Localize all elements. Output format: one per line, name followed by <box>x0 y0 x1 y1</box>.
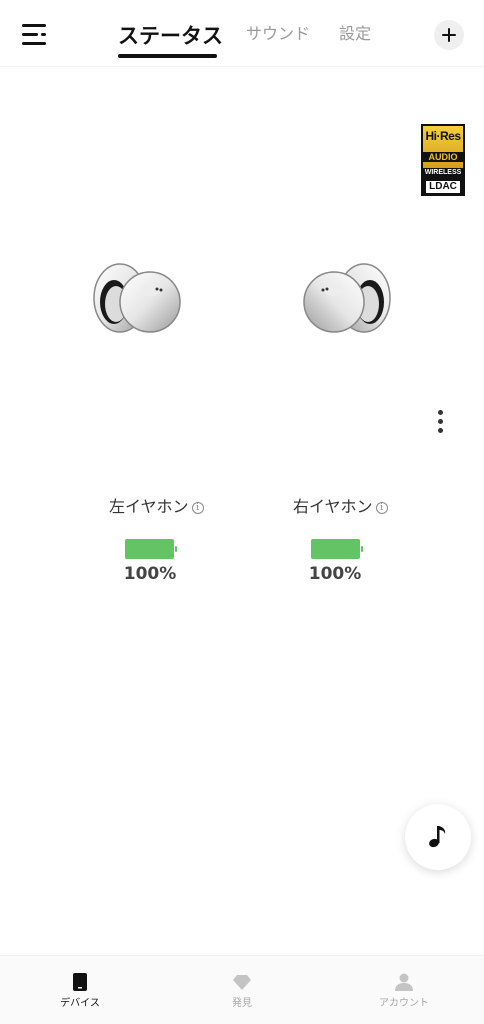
right-earbud-name: 右イヤホン <box>293 497 373 516</box>
device-icon <box>73 973 87 991</box>
active-tab-indicator <box>118 54 217 58</box>
tab-status[interactable]: ステータス <box>118 20 223 50</box>
hires-ldac-badge: Hi·Res AUDIO WIRELESS LDAC <box>421 124 465 196</box>
right-earbud-label: 右イヤホン i <box>293 493 388 517</box>
left-info-icon[interactable]: i <box>191 502 204 514</box>
left-earbud-name: 左イヤホン <box>109 497 189 516</box>
header-divider <box>0 66 484 67</box>
music-note-icon <box>429 826 446 848</box>
left-battery-fill <box>125 539 174 559</box>
right-battery-indicator <box>311 539 363 559</box>
more-vertical-icon[interactable] <box>436 409 446 435</box>
add-device-button[interactable] <box>434 20 464 50</box>
nav-discover-label: 発見 <box>232 998 252 1009</box>
right-info-icon[interactable]: i <box>375 502 388 514</box>
nav-devices[interactable]: デバイス <box>25 956 135 1024</box>
hires-wireless-label: WIRELESS <box>424 169 462 176</box>
right-battery-fill <box>311 539 360 559</box>
status-screen: ステータス サウンド 設定 Hi·Res AUDIO WIRELESS LDAC <box>0 0 484 1024</box>
nav-account[interactable]: アカウント <box>349 956 459 1024</box>
bottom-navigation: デバイス 発見 アカウント <box>0 955 484 1024</box>
tab-sound[interactable]: サウンド <box>246 20 310 44</box>
hires-audio-label: AUDIO <box>423 152 463 162</box>
hires-label: Hi·Res <box>425 129 461 143</box>
person-icon <box>395 973 413 991</box>
nav-account-label: アカウント <box>379 998 429 1009</box>
diamond-icon <box>233 975 251 990</box>
nav-devices-label: デバイス <box>60 998 100 1009</box>
left-earbud-label: 左イヤホン i <box>109 493 204 517</box>
left-battery-percent: 100% <box>123 564 177 584</box>
right-battery-percent: 100% <box>308 564 362 584</box>
music-player-button[interactable] <box>405 804 471 870</box>
left-earbud-image <box>93 263 181 333</box>
nav-discover[interactable]: 発見 <box>187 956 297 1024</box>
left-battery-indicator <box>125 539 177 559</box>
menu-icon[interactable] <box>22 24 48 46</box>
tab-settings[interactable]: 設定 <box>339 20 371 44</box>
ldac-label: LDAC <box>425 180 461 194</box>
top-bar: ステータス サウンド 設定 <box>0 0 484 66</box>
right-earbud-image <box>303 263 391 333</box>
